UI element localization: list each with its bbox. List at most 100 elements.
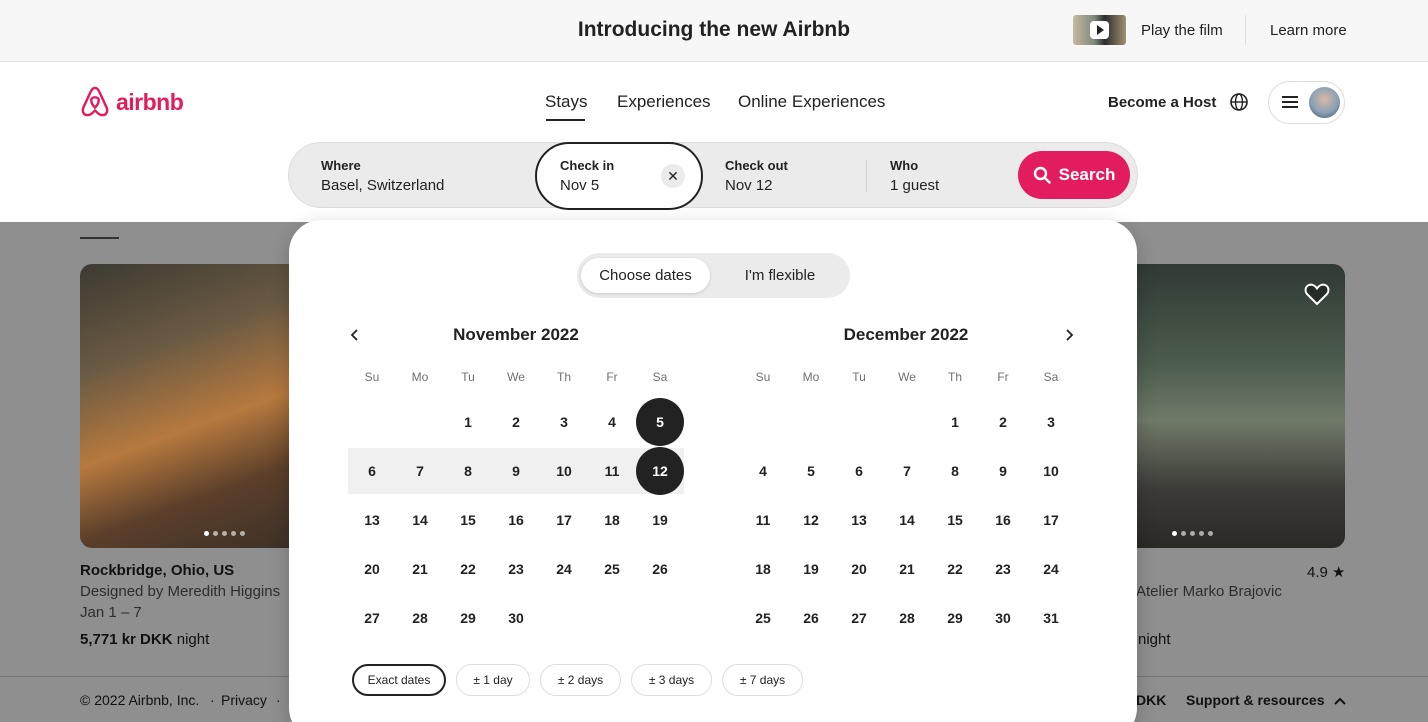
calendar-day[interactable]: 7 [883,447,931,495]
listing-photo-rockbridge[interactable] [80,264,320,548]
calendar-day[interactable]: 18 [739,545,787,593]
listing-rating: 4.9 ★ [1307,564,1346,581]
calendar-day[interactable]: 16 [979,496,1027,544]
footer-currency[interactable]: DKK [1136,692,1166,708]
weekday-label: We [898,370,916,384]
calendar-day[interactable]: 10 [1027,447,1075,495]
calendar-day[interactable]: 11 [739,496,787,544]
exact-dates-chip[interactable]: Exact dates [352,664,446,696]
calendar-day[interactable]: 5 [636,398,684,446]
calendar-day[interactable]: 20 [348,545,396,593]
calendar-day[interactable]: 23 [979,545,1027,593]
calendar-day[interactable]: 7 [396,447,444,495]
learn-more-link[interactable]: Learn more [1270,22,1347,39]
listing-designer: Designed by Meredith Higgins [80,583,281,600]
flex-3-days-chip[interactable]: ± 3 days [631,664,712,696]
calendar-day[interactable]: 13 [348,496,396,544]
calendar-day[interactable]: 12 [787,496,835,544]
calendar-day[interactable]: 6 [348,447,396,495]
become-host-link[interactable]: Become a Host [1108,94,1216,111]
nav-experiences[interactable]: Experiences [617,92,711,112]
checkout-field[interactable]: Check out Nov 12 [725,158,788,194]
calendar-day[interactable]: 13 [835,496,883,544]
profile-menu-button[interactable] [1268,81,1345,124]
calendar-day[interactable]: 28 [396,594,444,642]
calendar-day[interactable]: 4 [739,447,787,495]
calendar-day[interactable]: 24 [540,545,588,593]
calendar-day[interactable]: 19 [636,496,684,544]
calendar-day[interactable]: 26 [636,545,684,593]
calendar-day[interactable]: 17 [1027,496,1075,544]
calendar-day[interactable]: 16 [492,496,540,544]
photo-dots [204,531,245,536]
airbnb-logo[interactable]: airbnb [80,86,184,118]
calendar-day[interactable]: 21 [396,545,444,593]
calendar-day[interactable]: 22 [931,545,979,593]
calendar-day[interactable]: 19 [787,545,835,593]
flex-7-days-chip[interactable]: ± 7 days [722,664,803,696]
calendar-day[interactable]: 14 [396,496,444,544]
calendar-day[interactable]: 30 [492,594,540,642]
calendar-day[interactable]: 12 [636,447,684,495]
play-film-link[interactable]: Play the film [1141,22,1223,39]
nav-online-experiences[interactable]: Online Experiences [738,92,885,112]
listing-photo-atelier[interactable] [1110,264,1345,548]
where-field[interactable]: Where Basel, Switzerland [321,158,444,194]
calendar-day[interactable]: 31 [1027,594,1075,642]
calendar-day[interactable]: 27 [348,594,396,642]
calendar-day[interactable]: 3 [1027,398,1075,446]
search-button[interactable]: Search [1018,151,1130,199]
search-bar: Where Basel, Switzerland Check in Nov 5 … [288,142,1138,210]
checkout-value: Nov 12 [725,177,773,194]
calendar-day[interactable]: 22 [444,545,492,593]
globe-icon[interactable] [1229,92,1249,112]
flexible-tab[interactable]: I'm flexible [716,258,844,293]
calendar-day[interactable]: 23 [492,545,540,593]
choose-dates-tab[interactable]: Choose dates [581,258,710,293]
calendar-day[interactable]: 26 [787,594,835,642]
calendar-day[interactable]: 29 [931,594,979,642]
clear-icon[interactable]: ✕ [661,164,685,188]
who-field[interactable]: Who 1 guest [890,158,939,194]
calendar-day[interactable]: 2 [492,398,540,446]
flex-1-day-chip[interactable]: ± 1 day [456,664,530,696]
calendar-day[interactable]: 10 [540,447,588,495]
flex-2-days-chip[interactable]: ± 2 days [540,664,621,696]
calendar-day[interactable]: 30 [979,594,1027,642]
calendar-day[interactable]: 18 [588,496,636,544]
calendar-day[interactable]: 25 [588,545,636,593]
calendar-day[interactable]: 21 [883,545,931,593]
weekday-label: Tu [852,370,866,384]
calendar-day[interactable]: 4 [588,398,636,446]
film-thumbnail[interactable] [1073,15,1126,45]
calendar-day[interactable]: 27 [835,594,883,642]
calendar-day[interactable]: 24 [1027,545,1075,593]
calendar-day[interactable]: 3 [540,398,588,446]
calendar-day[interactable]: 29 [444,594,492,642]
calendar-day[interactable]: 2 [979,398,1027,446]
calendar-day[interactable]: 15 [444,496,492,544]
who-value: 1 guest [890,177,940,194]
calendar-day[interactable]: 17 [540,496,588,544]
checkin-field[interactable]: Check in Nov 5 ✕ [535,142,703,210]
calendar-day[interactable]: 6 [835,447,883,495]
listing-title[interactable]: Rockbridge, Ohio, US [80,562,234,579]
calendar-day[interactable]: 11 [588,447,636,495]
calendar-day[interactable]: 25 [739,594,787,642]
footer-support-label: Support & resources [1186,692,1325,708]
calendar-day[interactable]: 9 [979,447,1027,495]
calendar-day[interactable]: 8 [931,447,979,495]
footer-support-link[interactable]: Support & resources [1186,692,1347,708]
calendar-day[interactable]: 28 [883,594,931,642]
calendar-day[interactable]: 15 [931,496,979,544]
calendar-day[interactable]: 1 [444,398,492,446]
calendar-day[interactable]: 14 [883,496,931,544]
calendar-day[interactable]: 20 [835,545,883,593]
footer-privacy-link[interactable]: Privacy [221,692,267,708]
calendar-day[interactable]: 9 [492,447,540,495]
calendar-day[interactable]: 5 [787,447,835,495]
calendar-day[interactable]: 8 [444,447,492,495]
calendar-day[interactable]: 1 [931,398,979,446]
nav-stays[interactable]: Stays [545,92,588,112]
heart-icon[interactable] [1304,282,1330,306]
